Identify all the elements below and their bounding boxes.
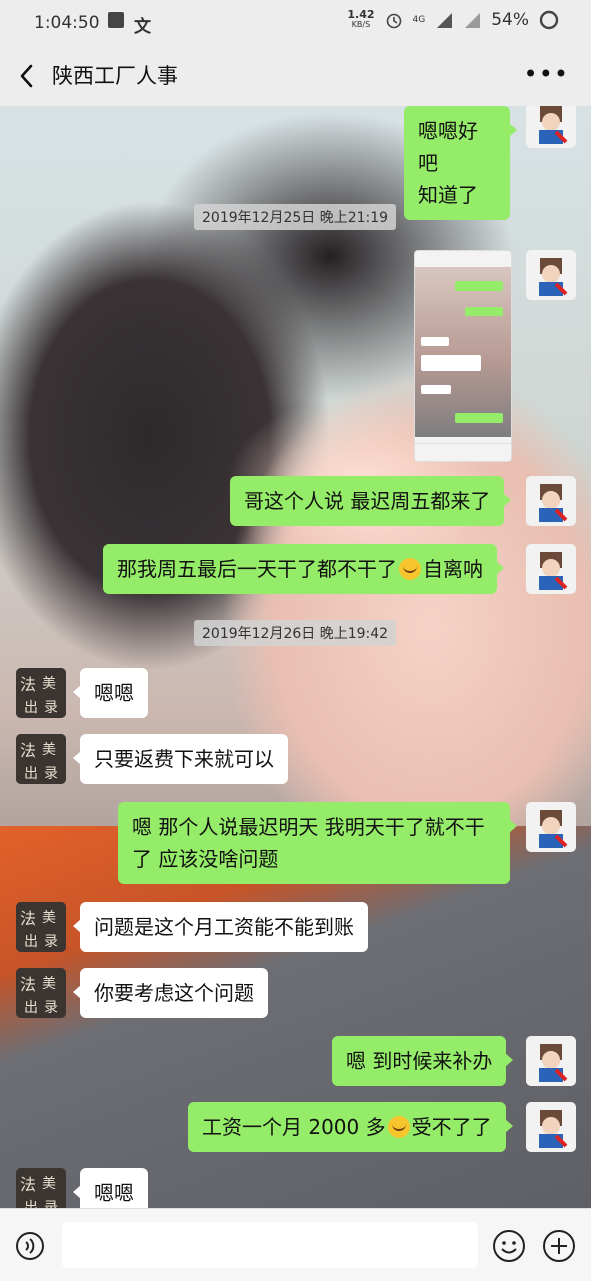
svg-text:录: 录	[44, 1000, 58, 1016]
network-label: 4G	[412, 15, 426, 25]
svg-text:美: 美	[42, 676, 56, 692]
svg-text:法: 法	[20, 675, 36, 694]
net-speed: 1.42 KB/S	[347, 8, 375, 29]
svg-text:美: 美	[42, 1176, 56, 1192]
message-bubble-received[interactable]: 问题是这个月工资能不能到账	[73, 902, 368, 952]
chat-message-list[interactable]: 嗯嗯好吧 知道了 2019年12月25日 晚上21:19 哥这个人说 最迟周五都…	[0, 106, 591, 1208]
input-bar	[0, 1208, 591, 1281]
chat-header: 陕西工厂人事 •••	[0, 46, 591, 106]
timestamp: 2019年12月25日 晚上21:19	[194, 204, 397, 230]
svg-text:录: 录	[44, 1200, 58, 1208]
message-input[interactable]	[62, 1222, 478, 1268]
back-arrow-icon[interactable]	[14, 60, 42, 92]
message-bubble-sent[interactable]: 嗯嗯好吧 知道了	[404, 106, 517, 220]
contact-avatar[interactable]: 法美出录	[16, 668, 66, 718]
message-bubble-received[interactable]: 你要考虑这个问题	[73, 968, 268, 1018]
svg-text:美: 美	[42, 976, 56, 992]
signal-icon-2	[465, 13, 481, 28]
message-bubble-received[interactable]: 嗯嗯	[73, 1168, 148, 1208]
alarm-icon	[386, 13, 401, 29]
svg-text:法: 法	[20, 741, 36, 760]
svg-text:出: 出	[24, 1200, 38, 1208]
my-avatar[interactable]	[526, 106, 576, 148]
my-avatar[interactable]	[526, 1036, 576, 1086]
my-avatar[interactable]	[526, 476, 576, 526]
contact-avatar[interactable]: 法美出录	[16, 968, 66, 1018]
my-avatar[interactable]	[526, 802, 576, 852]
svg-text:出: 出	[24, 1000, 38, 1016]
emoji-icon[interactable]	[492, 1229, 526, 1263]
svg-text:法: 法	[20, 909, 36, 928]
svg-text:法: 法	[20, 1175, 36, 1194]
svg-text:美: 美	[42, 742, 56, 758]
svg-text:美: 美	[42, 910, 56, 926]
status-bar: 1:04:50 文 1.42 KB/S 4G 54%	[0, 0, 591, 46]
contact-avatar[interactable]: 法美出录	[16, 734, 66, 784]
contact-avatar[interactable]: 法美出录	[16, 1168, 66, 1208]
contact-avatar[interactable]: 法美出录	[16, 902, 66, 952]
more-options-icon[interactable]: •••	[524, 60, 569, 88]
chat-title: 陕西工厂人事	[52, 64, 178, 88]
message-bubble-sent[interactable]: 那我周五最后一天干了都不干了 自离呐	[103, 544, 504, 594]
svg-text:录: 录	[44, 766, 58, 782]
message-bubble-received[interactable]: 嗯嗯	[73, 668, 148, 718]
add-more-icon[interactable]	[542, 1229, 576, 1263]
signal-icon	[437, 13, 453, 28]
sob-emoji-icon	[387, 1116, 410, 1138]
sob-emoji-icon	[399, 558, 421, 580]
notification-icon	[108, 12, 124, 28]
svg-text:录: 录	[44, 700, 58, 716]
svg-text:法: 法	[20, 975, 36, 994]
my-avatar[interactable]	[526, 1102, 576, 1152]
voice-input-icon[interactable]	[15, 1231, 45, 1261]
message-image[interactable]	[414, 250, 512, 462]
battery-percent: 54%	[491, 10, 529, 30]
timestamp: 2019年12月26日 晚上19:42	[194, 620, 397, 646]
message-bubble-received[interactable]: 只要返费下来就可以	[73, 734, 288, 784]
my-avatar[interactable]	[526, 250, 576, 300]
svg-text:出: 出	[24, 934, 38, 950]
status-time: 1:04:50	[34, 13, 100, 33]
message-bubble-sent[interactable]: 哥这个人说 最迟周五都来了	[230, 476, 512, 526]
my-avatar[interactable]	[526, 544, 576, 594]
battery-icon	[539, 10, 559, 30]
svg-text:录: 录	[44, 934, 58, 950]
message-bubble-sent[interactable]: 嗯 那个人说最迟明天 我明天干了就不干 了 应该没啥问题	[118, 802, 517, 884]
svg-text:出: 出	[24, 766, 38, 782]
message-bubble-sent[interactable]: 工资一个月 2000 多受不了了	[188, 1102, 513, 1152]
message-bubble-sent[interactable]: 嗯 到时候来补办	[332, 1036, 514, 1086]
text-app-icon: 文	[134, 17, 151, 37]
svg-text:出: 出	[24, 700, 38, 716]
